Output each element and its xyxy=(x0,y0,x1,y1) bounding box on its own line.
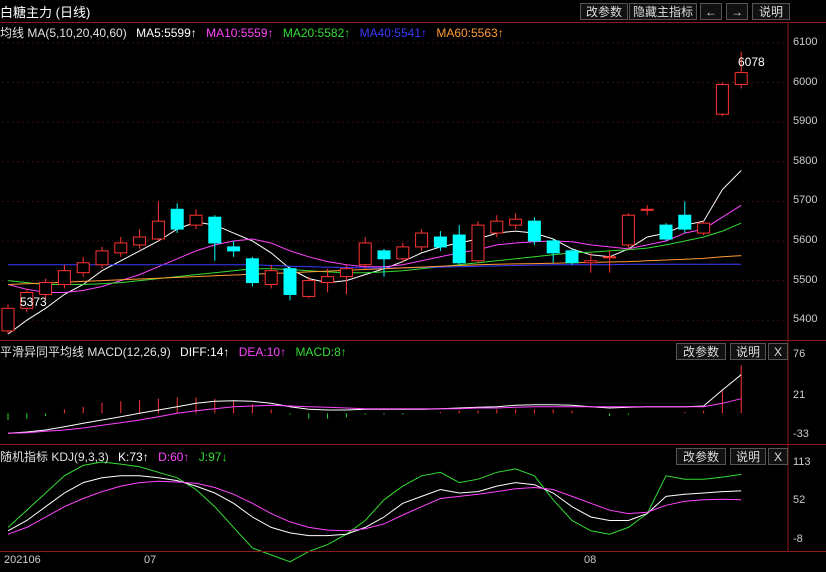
dea-line xyxy=(7,398,742,434)
candle-up xyxy=(321,276,335,284)
candle-down xyxy=(170,208,184,230)
candle-up xyxy=(415,232,429,248)
price-tick: 5700 xyxy=(793,194,818,207)
candle-down xyxy=(377,250,391,260)
candle-up xyxy=(490,220,504,234)
candle-up xyxy=(509,218,523,226)
k-value: K:73↑ xyxy=(118,450,149,464)
price-tick: 5500 xyxy=(793,273,818,286)
j-value: J:97↓ xyxy=(198,450,228,464)
candle-down xyxy=(227,246,241,252)
candle-up xyxy=(133,236,147,246)
kdj-help-button[interactable]: 说明 xyxy=(730,448,766,465)
price-tick: 5600 xyxy=(793,233,818,246)
macd-tick-mid: 21 xyxy=(793,389,806,401)
price-tick: 5800 xyxy=(793,154,818,167)
dea-value: DEA:10↑ xyxy=(238,345,287,359)
macd-value: MACD:8↑ xyxy=(295,345,347,359)
price-tick: 5900 xyxy=(793,115,818,128)
kdj-legend-label: 随机指标 KDJ(9,3,3) xyxy=(0,450,109,464)
candle-up xyxy=(358,242,372,266)
candle-up xyxy=(734,72,748,86)
macd-edit-params-button[interactable]: 改参数 xyxy=(676,343,726,360)
candle-down xyxy=(208,216,222,244)
diff-line xyxy=(7,374,742,434)
kdj-tick-bottom: -8 xyxy=(793,533,803,545)
macd-legend-label: 平滑异同平均线 MACD(12,26,9) xyxy=(0,345,171,359)
kdj-tick-top: 113 xyxy=(793,456,811,468)
x-label-08: 08 xyxy=(584,554,597,566)
candle-up xyxy=(1,307,15,332)
candle-down xyxy=(678,214,692,230)
candle-down xyxy=(565,250,579,264)
candle-down xyxy=(546,240,560,254)
price-tick: 6000 xyxy=(793,75,818,88)
candle-up xyxy=(76,262,90,274)
macd-close-button[interactable]: X xyxy=(768,343,788,360)
kdj-legend: 随机指标 KDJ(9,3,3) K:73↑ D:60↑ J:97↓ xyxy=(0,448,233,465)
j-line xyxy=(7,461,742,563)
kline-chart[interactable] xyxy=(0,0,826,572)
candle-down xyxy=(433,236,447,248)
macd-legend: 平滑异同平均线 MACD(12,26,9) DIFF:14↑ DEA:10↑ M… xyxy=(0,343,353,360)
d-value: D:60↑ xyxy=(158,450,190,464)
low-price-label: 5373 xyxy=(20,295,47,309)
price-tick: 5400 xyxy=(793,313,818,326)
candle-up xyxy=(39,282,53,295)
price-tick: 6100 xyxy=(793,35,818,48)
candle-up xyxy=(339,268,353,278)
kdj-close-button[interactable]: X xyxy=(768,448,788,465)
candle-up xyxy=(151,220,165,240)
candle-down xyxy=(659,224,673,240)
candle-up xyxy=(95,250,109,266)
candle-up xyxy=(603,256,617,259)
candle-up xyxy=(640,208,654,211)
diff-value: DIFF:14↑ xyxy=(180,345,230,359)
kdj-tick-mid: 52 xyxy=(793,494,806,506)
candle-up xyxy=(697,222,711,234)
macd-tick-bottom: -33 xyxy=(793,428,809,440)
d-line xyxy=(7,480,742,535)
ma60-line xyxy=(7,255,742,285)
candle-down xyxy=(245,258,259,284)
candle-down xyxy=(452,234,466,264)
candle-up xyxy=(114,242,128,254)
high-price-label: 6078 xyxy=(738,55,765,69)
macd-tick-top: 76 xyxy=(793,348,806,360)
candle-up xyxy=(302,280,316,297)
kdj-separator xyxy=(0,444,826,445)
x-label-07: 07 xyxy=(144,554,157,566)
candle-up xyxy=(715,84,729,115)
macd-help-button[interactable]: 说明 xyxy=(730,343,766,360)
candle-up xyxy=(264,270,278,286)
candle-up xyxy=(189,214,203,226)
candle-up xyxy=(57,270,71,286)
candle-up xyxy=(621,214,635,246)
ma40-line xyxy=(8,263,742,269)
macd-separator xyxy=(0,340,826,341)
candle-down xyxy=(527,220,541,242)
candle-up xyxy=(396,246,410,260)
candle-up xyxy=(471,224,485,262)
x-axis-line xyxy=(0,551,826,552)
candle-down xyxy=(283,268,297,295)
candle-up xyxy=(584,260,598,264)
kdj-edit-params-button[interactable]: 改参数 xyxy=(676,448,726,465)
x-label-202106: 202106 xyxy=(4,554,41,566)
